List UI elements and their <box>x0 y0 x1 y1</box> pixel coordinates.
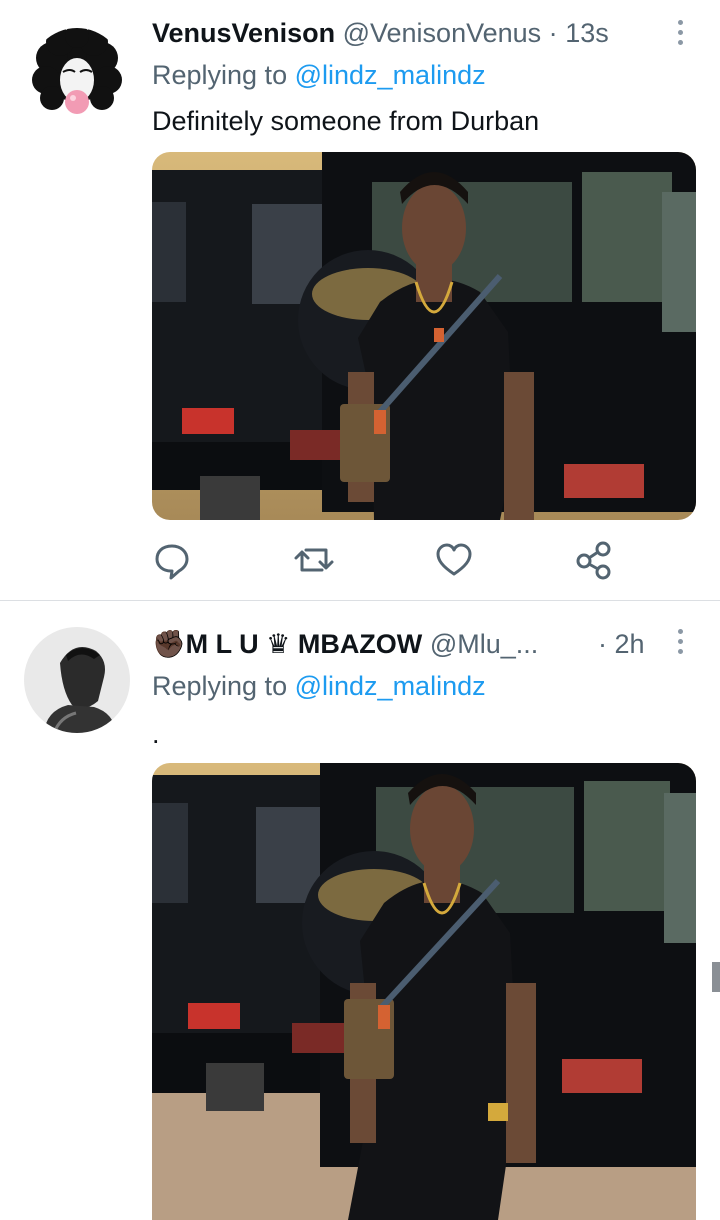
reply-mention-link[interactable]: @lindz_malindz <box>295 671 486 701</box>
reply-prefix: Replying to <box>152 60 288 90</box>
tweet-text: Definitely someone from Durban <box>152 106 540 136</box>
tweet[interactable]: ✊🏿M L U ♛ MBAZOW @Mlu_... · 2h Replying … <box>0 601 720 1220</box>
handle[interactable]: @VenisonVenus <box>343 18 542 48</box>
more-options-icon[interactable] <box>675 20 685 48</box>
replying-to: Replying to @lindz_malindz <box>152 669 486 703</box>
share-icon[interactable] <box>572 538 616 582</box>
handle[interactable]: @Mlu_... <box>430 629 538 659</box>
reply-icon[interactable] <box>150 538 194 582</box>
separator: · <box>598 629 607 659</box>
reply-mention-link[interactable]: @lindz_malindz <box>295 60 486 90</box>
like-icon[interactable] <box>432 538 476 582</box>
retweet-icon[interactable] <box>292 538 336 582</box>
replying-to: Replying to @lindz_malindz <box>152 58 486 92</box>
separator: · <box>548 18 558 48</box>
tweet-photo[interactable] <box>152 763 696 1220</box>
scrollbar-thumb[interactable] <box>712 962 720 992</box>
timestamp[interactable]: 2h <box>615 629 645 659</box>
tweet-photo[interactable] <box>152 152 696 520</box>
timestamp[interactable]: 13s <box>565 18 609 48</box>
avatar[interactable] <box>24 627 130 733</box>
tweet-header: ✊🏿M L U ♛ MBAZOW @Mlu_... <box>152 627 538 661</box>
tweet[interactable]: VenusVenison @VenisonVenus · 13s Replyin… <box>0 0 720 600</box>
tweet-text: . <box>152 719 160 749</box>
avatar[interactable] <box>30 28 124 122</box>
display-name[interactable]: ✊🏿M L U ♛ MBAZOW <box>152 629 422 659</box>
display-name[interactable]: VenusVenison <box>152 18 335 48</box>
time-group: · 2h <box>598 627 645 661</box>
tweet-header: VenusVenison @VenisonVenus · 13s <box>152 16 609 50</box>
more-options-icon[interactable] <box>675 629 685 657</box>
reply-prefix: Replying to <box>152 671 288 701</box>
